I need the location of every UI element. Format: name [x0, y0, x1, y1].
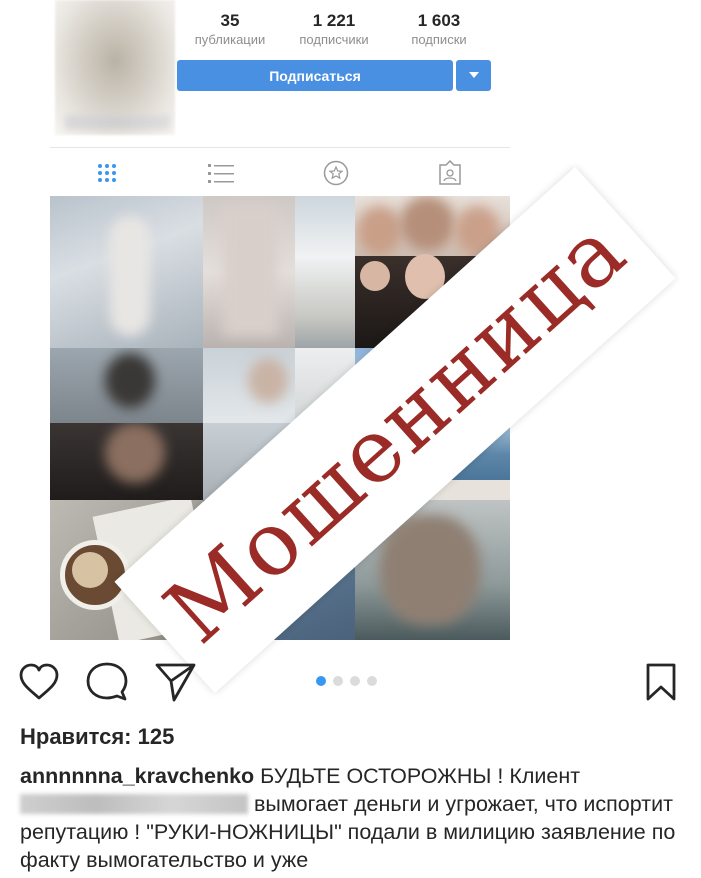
stat-following-value: 1 603	[417, 11, 461, 30]
profile-tabs	[50, 147, 510, 196]
share-button[interactable]	[153, 660, 197, 704]
stat-following[interactable]: 1 603 подписки	[389, 10, 489, 48]
carousel-dot	[333, 676, 343, 686]
stat-following-label: подписки	[411, 32, 467, 47]
profile-name-redacted	[65, 115, 170, 129]
grid-photo[interactable]	[203, 196, 295, 348]
carousel-dot	[367, 676, 377, 686]
heart-icon	[19, 663, 59, 700]
redacted-client-name	[20, 794, 248, 814]
grid-photo[interactable]	[203, 348, 295, 423]
save-button[interactable]	[639, 660, 683, 704]
grid-photo[interactable]	[295, 196, 355, 348]
stat-posts[interactable]: 35 публикации	[180, 10, 280, 48]
caption-username[interactable]: annnnnna_kravchenko	[20, 764, 254, 788]
carousel-indicator	[316, 676, 377, 686]
send-icon	[155, 663, 196, 702]
caption-text-part1: БУДЬТЕ ОСТОРОЖНЫ ! Клиент	[260, 764, 581, 788]
stat-posts-label: публикации	[194, 32, 266, 47]
follow-dropdown-button[interactable]	[456, 60, 491, 91]
carousel-dot	[350, 676, 360, 686]
grid-photo[interactable]	[50, 196, 203, 348]
tab-grid[interactable]	[87, 156, 127, 190]
grid-photo[interactable]	[50, 423, 203, 500]
stat-followers-label: подписчики	[299, 32, 369, 47]
chevron-down-icon	[468, 72, 479, 78]
tab-tagged[interactable]	[430, 156, 470, 190]
post-caption: annnnnna_kravchenko БУДЬТЕ ОСТОРОЖНЫ ! К…	[20, 762, 680, 874]
stat-followers[interactable]: 1 221 подписчики	[284, 10, 384, 48]
comment-icon	[86, 662, 128, 701]
follow-button[interactable]: Подписаться	[177, 60, 453, 91]
comment-button[interactable]	[85, 660, 129, 704]
tab-list[interactable]	[201, 156, 241, 190]
list-icon	[208, 164, 234, 183]
grid-icon	[98, 164, 116, 182]
bookmark-icon	[646, 663, 676, 701]
stat-followers-value: 1 221	[312, 11, 356, 30]
saved-star-icon	[323, 160, 349, 186]
stat-posts-value: 35	[220, 11, 240, 30]
tab-saved[interactable]	[316, 156, 356, 190]
like-button[interactable]	[17, 660, 61, 704]
likes-count[interactable]: Нравится: 125	[20, 724, 174, 750]
grid-photo[interactable]	[50, 348, 203, 423]
tagged-icon	[439, 160, 461, 185]
carousel-dot	[316, 676, 326, 686]
